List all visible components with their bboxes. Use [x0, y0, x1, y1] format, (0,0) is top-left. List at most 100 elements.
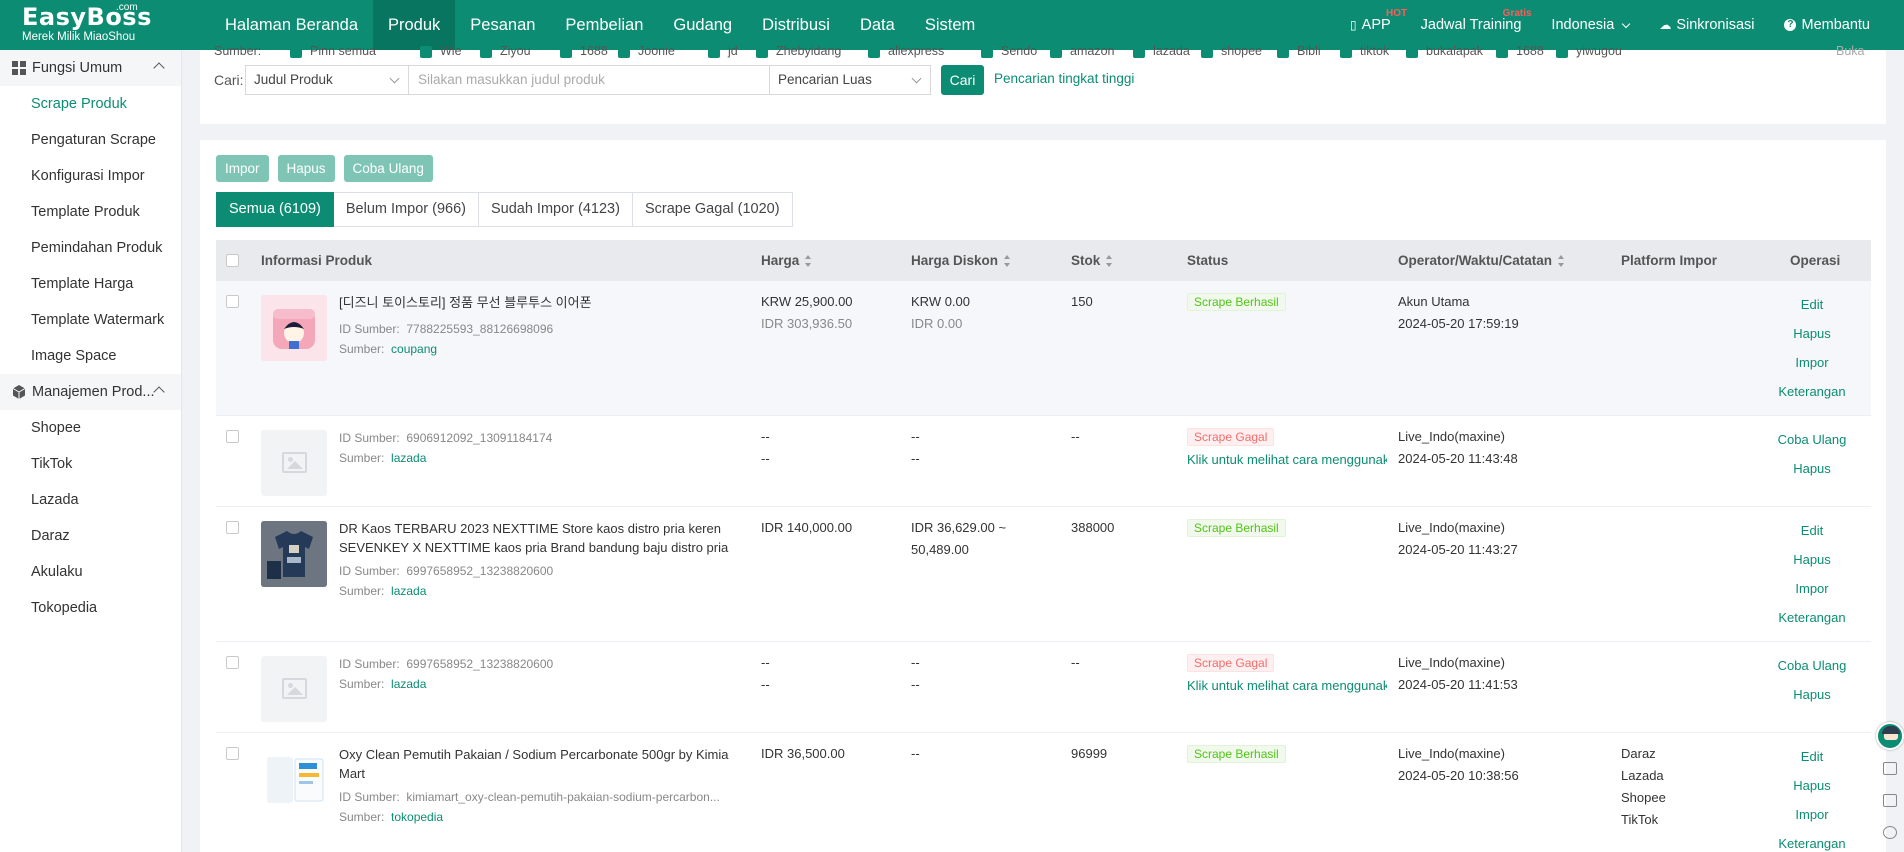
- sidebar-item-template-harga[interactable]: Template Harga: [0, 266, 181, 302]
- language-select[interactable]: Indonesia: [1551, 17, 1631, 33]
- sidebar-group-fungsi-umum[interactable]: Fungsi Umum: [0, 50, 181, 86]
- sync-link[interactable]: ☁ Sinkronisasi: [1659, 17, 1754, 33]
- platform-checkbox[interactable]: bukalapak: [1406, 44, 1483, 58]
- nav-distribusi[interactable]: Distribusi: [747, 0, 845, 50]
- sidebar-item-template-watermark[interactable]: Template Watermark: [0, 302, 181, 338]
- sidebar-item-shopee[interactable]: Shopee: [0, 410, 181, 446]
- import-button[interactable]: Impor: [216, 155, 269, 182]
- source-link[interactable]: lazada: [391, 677, 426, 691]
- delete-link[interactable]: Hapus: [1756, 319, 1868, 348]
- edit-link[interactable]: Edit: [1756, 516, 1868, 545]
- app-link[interactable]: ▯ APP HOT: [1350, 8, 1407, 33]
- sidebar-item-tiktok[interactable]: TikTok: [0, 446, 181, 482]
- sidebar-item-konfigurasi-impor[interactable]: Konfigurasi Impor: [0, 158, 181, 194]
- platform-checkbox[interactable]: Ziyou: [480, 44, 531, 58]
- platform-checkbox[interactable]: 1688: [560, 44, 608, 58]
- source-link[interactable]: tokopedia: [391, 810, 443, 824]
- retry-link[interactable]: Coba Ulang: [1756, 651, 1868, 680]
- row-checkbox[interactable]: [226, 430, 239, 443]
- platform-checkbox[interactable]: Zhebyidang: [756, 44, 841, 58]
- nav-home[interactable]: Halaman Beranda: [210, 0, 373, 50]
- row-checkbox[interactable]: [226, 747, 239, 760]
- platform-expand-link[interactable]: Buka: [1836, 44, 1865, 58]
- delete-link[interactable]: Hapus: [1756, 680, 1868, 709]
- product-thumbnail[interactable]: [261, 747, 327, 813]
- import-link[interactable]: Impor: [1756, 574, 1868, 603]
- help-link[interactable]: ? Membantu: [1784, 17, 1870, 33]
- platform-checkbox[interactable]: shopee: [1201, 44, 1262, 58]
- sidebar-item-akulaku[interactable]: Akulaku: [0, 554, 181, 590]
- platform-checkbox[interactable]: Joonie: [618, 44, 675, 58]
- import-link[interactable]: Impor: [1756, 800, 1868, 829]
- platform-checkbox[interactable]: jd: [708, 44, 738, 58]
- nav-pembelian[interactable]: Pembelian: [550, 0, 658, 50]
- delete-link[interactable]: Hapus: [1756, 771, 1868, 800]
- sidebar-item-daraz[interactable]: Daraz: [0, 518, 181, 554]
- tab-scrape-gagal[interactable]: Scrape Gagal (1020): [632, 192, 793, 227]
- select-all-checkbox[interactable]: [226, 254, 239, 267]
- help-link[interactable]: Klik untuk melihat cara menggunakan: [1187, 678, 1387, 693]
- platform-checkbox[interactable]: Pinn semua: [290, 44, 376, 58]
- search-input[interactable]: Silakan masukkan judul produk: [408, 65, 770, 95]
- sidebar-item-tokopedia[interactable]: Tokopedia: [0, 590, 181, 626]
- sidebar-group-manajemen-produk[interactable]: Manajemen Prod...: [0, 374, 181, 410]
- col-price[interactable]: Harga: [761, 253, 812, 268]
- product-thumbnail[interactable]: [261, 295, 327, 361]
- tab-semua[interactable]: Semua (6109): [216, 192, 334, 227]
- platform-checkbox[interactable]: 1688: [1496, 44, 1544, 58]
- support-avatar[interactable]: [1876, 722, 1904, 750]
- import-link[interactable]: Impor: [1756, 348, 1868, 377]
- product-title[interactable]: DR Kaos TERBARU 2023 NEXTTIME Store kaos…: [339, 519, 744, 557]
- search-button[interactable]: Cari: [941, 65, 984, 95]
- help-link[interactable]: Klik untuk melihat cara menggunakan: [1187, 452, 1387, 467]
- document-icon[interactable]: [1883, 762, 1897, 775]
- note-link[interactable]: Keterangan: [1756, 603, 1868, 632]
- platform-checkbox[interactable]: tiktok: [1340, 44, 1389, 58]
- product-title[interactable]: [디즈니 토이스토리] 정품 무선 블루투스 이어폰: [339, 293, 739, 312]
- nav-sistem[interactable]: Sistem: [910, 0, 990, 50]
- advanced-search-link[interactable]: Pencarian tingkat tinggi: [994, 71, 1134, 86]
- row-checkbox[interactable]: [226, 521, 239, 534]
- platform-checkbox[interactable]: Sendo: [981, 44, 1037, 58]
- platform-checkbox[interactable]: Wie: [420, 44, 462, 58]
- search-field-select[interactable]: Judul Produk: [245, 65, 409, 95]
- row-checkbox[interactable]: [226, 656, 239, 669]
- nav-data[interactable]: Data: [845, 0, 910, 50]
- platform-checkbox[interactable]: yiwugou: [1556, 44, 1622, 58]
- platform-checkbox[interactable]: aliexpress: [868, 44, 944, 58]
- tab-sudah-impor[interactable]: Sudah Impor (4123): [478, 192, 633, 227]
- col-operator[interactable]: Operator/Waktu/Catatan: [1398, 253, 1565, 268]
- training-link[interactable]: Jadwal Training Gratis: [1421, 8, 1532, 33]
- sidebar-item-pengaturan-scrape[interactable]: Pengaturan Scrape: [0, 122, 181, 158]
- platform-checkbox[interactable]: lazada: [1133, 44, 1190, 58]
- platform-checkbox[interactable]: amazon: [1050, 44, 1114, 58]
- nav-gudang[interactable]: Gudang: [658, 0, 747, 50]
- brand-logo[interactable]: EasyBoss .com Merek Milik MiaoShou: [0, 0, 182, 50]
- sidebar-item-template-produk[interactable]: Template Produk: [0, 194, 181, 230]
- nav-produk[interactable]: Produk: [373, 0, 456, 50]
- note-link[interactable]: Keterangan: [1756, 829, 1868, 852]
- sidebar-item-pemindahan-produk[interactable]: Pemindahan Produk: [0, 230, 181, 266]
- edit-link[interactable]: Edit: [1756, 742, 1868, 771]
- refresh-icon[interactable]: [1883, 826, 1897, 839]
- sidebar-item-image-space[interactable]: Image Space: [0, 338, 181, 374]
- edit-link[interactable]: Edit: [1756, 290, 1868, 319]
- sidebar-item-scrape-produk[interactable]: Scrape Produk: [0, 86, 181, 122]
- search-mode-select[interactable]: Pencarian Luas: [769, 65, 931, 95]
- product-thumbnail[interactable]: [261, 521, 327, 587]
- retry-button[interactable]: Coba Ulang: [343, 155, 433, 182]
- product-title[interactable]: Oxy Clean Pemutih Pakaian / Sodium Perca…: [339, 745, 739, 783]
- sidebar-item-lazada[interactable]: Lazada: [0, 482, 181, 518]
- source-link[interactable]: lazada: [391, 584, 426, 598]
- platform-checkbox[interactable]: Bibli: [1277, 44, 1321, 58]
- delete-link[interactable]: Hapus: [1756, 545, 1868, 574]
- col-stock[interactable]: Stok: [1071, 253, 1113, 268]
- retry-link[interactable]: Coba Ulang: [1756, 425, 1868, 454]
- tab-belum-impor[interactable]: Belum Impor (966): [333, 192, 479, 227]
- source-link[interactable]: coupang: [391, 342, 437, 356]
- delete-button[interactable]: Hapus: [277, 155, 335, 182]
- row-checkbox[interactable]: [226, 295, 239, 308]
- delete-link[interactable]: Hapus: [1756, 454, 1868, 483]
- nav-pesanan[interactable]: Pesanan: [455, 0, 550, 50]
- source-link[interactable]: lazada: [391, 451, 426, 465]
